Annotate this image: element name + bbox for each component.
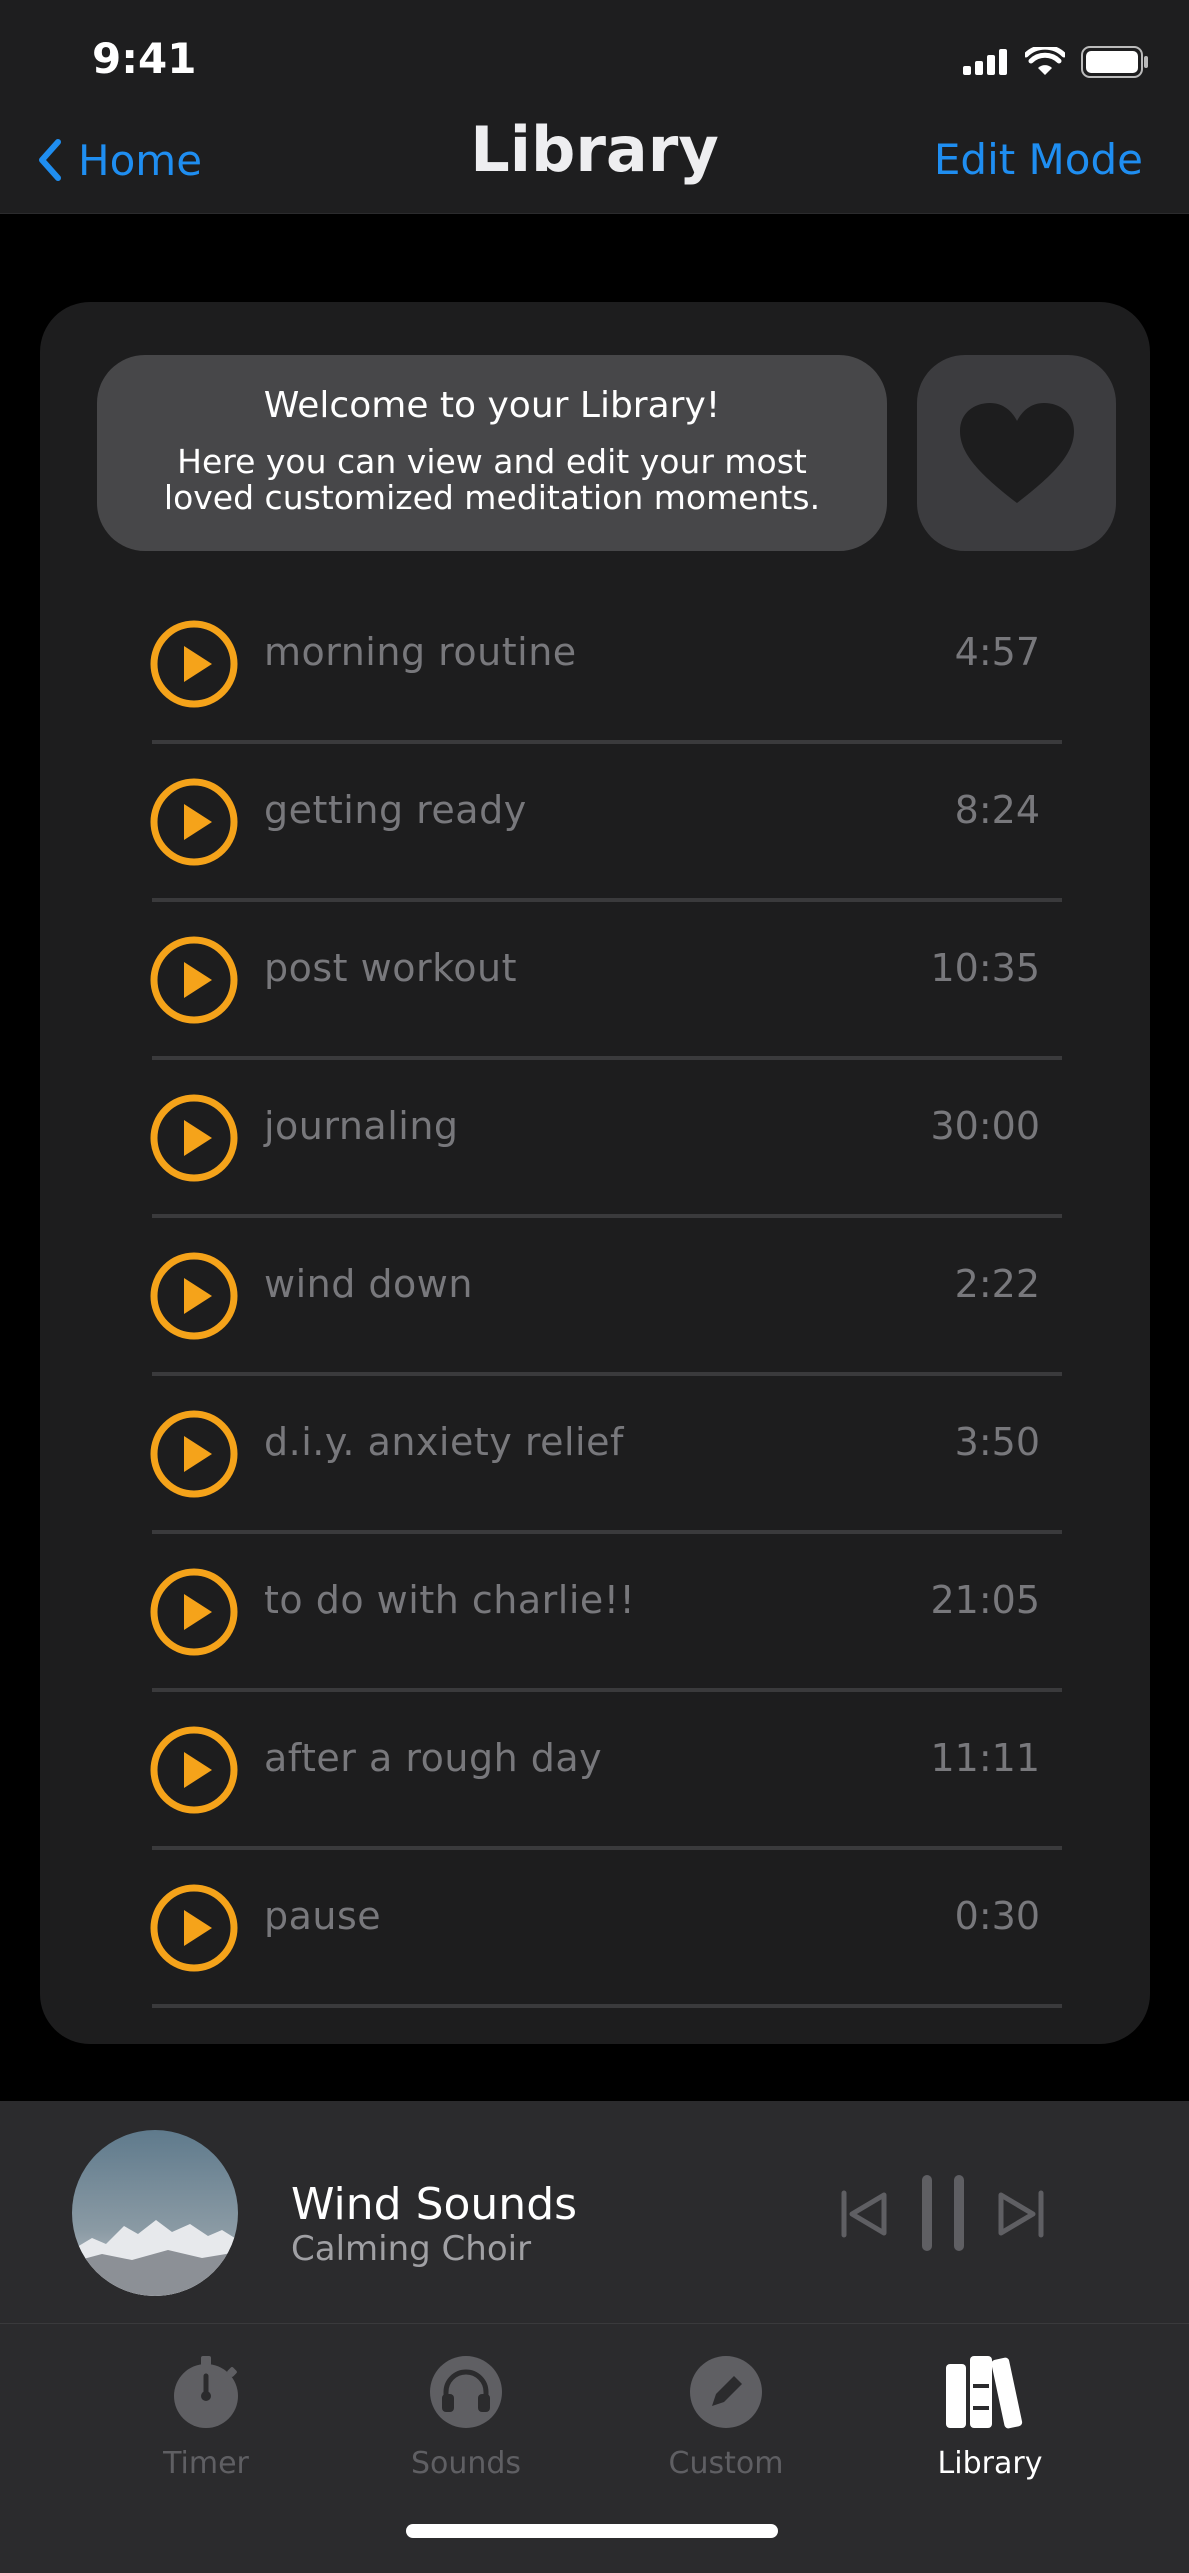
play-icon[interactable] <box>150 1410 238 1498</box>
moments-list: morning routine 4:57 getting ready 8:24 post… <box>40 586 1150 2008</box>
list-item[interactable]: wind down 2:22 <box>40 1218 1150 1376</box>
play-icon[interactable] <box>150 778 238 866</box>
cellular-signal-icon <box>963 49 1007 75</box>
stopwatch-icon <box>174 2356 238 2428</box>
tab-sounds[interactable]: Sounds <box>366 2354 566 2481</box>
list-item[interactable]: post workout 10:35 <box>40 902 1150 1060</box>
pencil-icon <box>690 2356 762 2428</box>
moment-title: pause <box>264 1894 382 1938</box>
album-artwork <box>72 2130 238 2296</box>
status-icons <box>963 46 1149 78</box>
track-artist: Calming Choir <box>291 2229 532 2269</box>
tab-label: Custom <box>668 2446 784 2481</box>
tab-label: Timer <box>163 2446 249 2481</box>
wifi-icon <box>1025 47 1065 75</box>
tab-label: Library <box>937 2446 1043 2481</box>
tab-library[interactable]: Library <box>890 2354 1090 2481</box>
navigation-bar: Library Home Edit Mode <box>0 110 1189 214</box>
moment-duration: 3:50 <box>954 1420 1040 1464</box>
tab-custom[interactable]: Custom <box>626 2354 826 2481</box>
tab-label: Sounds <box>410 2446 522 2481</box>
home-indicator <box>406 2524 778 2538</box>
moment-duration: 2:22 <box>954 1262 1040 1306</box>
welcome-banner: Welcome to your Library! Here you can vi… <box>97 355 887 551</box>
play-icon[interactable] <box>150 1884 238 1972</box>
status-bar: 9:41 <box>0 0 1189 110</box>
edit-mode-button[interactable]: Edit Mode <box>934 120 1143 200</box>
list-item[interactable]: getting ready 8:24 <box>40 744 1150 902</box>
tab-timer[interactable]: Timer <box>106 2354 306 2481</box>
moment-duration: 11:11 <box>930 1736 1040 1780</box>
moment-title: getting ready <box>264 788 527 832</box>
play-icon[interactable] <box>150 1726 238 1814</box>
favorites-button[interactable] <box>917 355 1116 551</box>
play-icon[interactable] <box>150 1094 238 1182</box>
moment-duration: 0:30 <box>954 1894 1040 1938</box>
moment-duration: 30:00 <box>930 1104 1040 1148</box>
skip-forward-icon[interactable] <box>995 2189 1045 2239</box>
library-card: Welcome to your Library! Here you can vi… <box>40 302 1150 2044</box>
list-item[interactable]: to do with charlie!! 21:05 <box>40 1534 1150 1692</box>
now-playing-bar[interactable]: Wind Sounds Calming Choir <box>0 2101 1189 2324</box>
status-time: 9:41 <box>92 34 197 83</box>
moment-duration: 4:57 <box>954 630 1040 674</box>
welcome-body: Here you can view and edit your most lov… <box>163 442 821 517</box>
play-icon[interactable] <box>150 1568 238 1656</box>
list-item[interactable]: morning routine 4:57 <box>40 586 1150 744</box>
track-title: Wind Sounds <box>291 2179 578 2230</box>
headphones-icon <box>430 2356 502 2428</box>
moment-title: post workout <box>264 946 517 990</box>
moment-title: journaling <box>264 1104 459 1148</box>
books-icon <box>946 2356 1023 2429</box>
back-button[interactable]: Home <box>36 120 202 200</box>
chevron-left-icon <box>39 139 61 181</box>
moment-title: wind down <box>264 1262 473 1306</box>
play-icon[interactable] <box>150 620 238 708</box>
moment-title: morning routine <box>264 630 577 674</box>
moment-duration: 21:05 <box>930 1578 1040 1622</box>
moment-duration: 10:35 <box>930 946 1040 990</box>
playback-controls <box>840 2173 1070 2253</box>
list-item[interactable]: pause 0:30 <box>40 1850 1150 2008</box>
moment-title: to do with charlie!! <box>264 1578 636 1622</box>
battery-icon <box>1081 46 1148 78</box>
heart-icon <box>959 403 1074 503</box>
list-item[interactable]: after a rough day 11:11 <box>40 1692 1150 1850</box>
divider <box>152 2004 1062 2008</box>
welcome-title: Welcome to your Library! <box>263 385 721 426</box>
moment-duration: 8:24 <box>954 788 1040 832</box>
play-icon[interactable] <box>150 1252 238 1340</box>
moment-title: d.i.y. anxiety relief <box>264 1420 624 1464</box>
back-button-label: Home <box>78 135 203 185</box>
play-icon[interactable] <box>150 936 238 1024</box>
list-item[interactable]: d.i.y. anxiety relief 3:50 <box>40 1376 1150 1534</box>
list-item[interactable]: journaling 30:00 <box>40 1060 1150 1218</box>
pause-icon[interactable] <box>920 2173 966 2253</box>
moment-title: after a rough day <box>264 1736 603 1780</box>
skip-back-icon[interactable] <box>840 2189 890 2239</box>
